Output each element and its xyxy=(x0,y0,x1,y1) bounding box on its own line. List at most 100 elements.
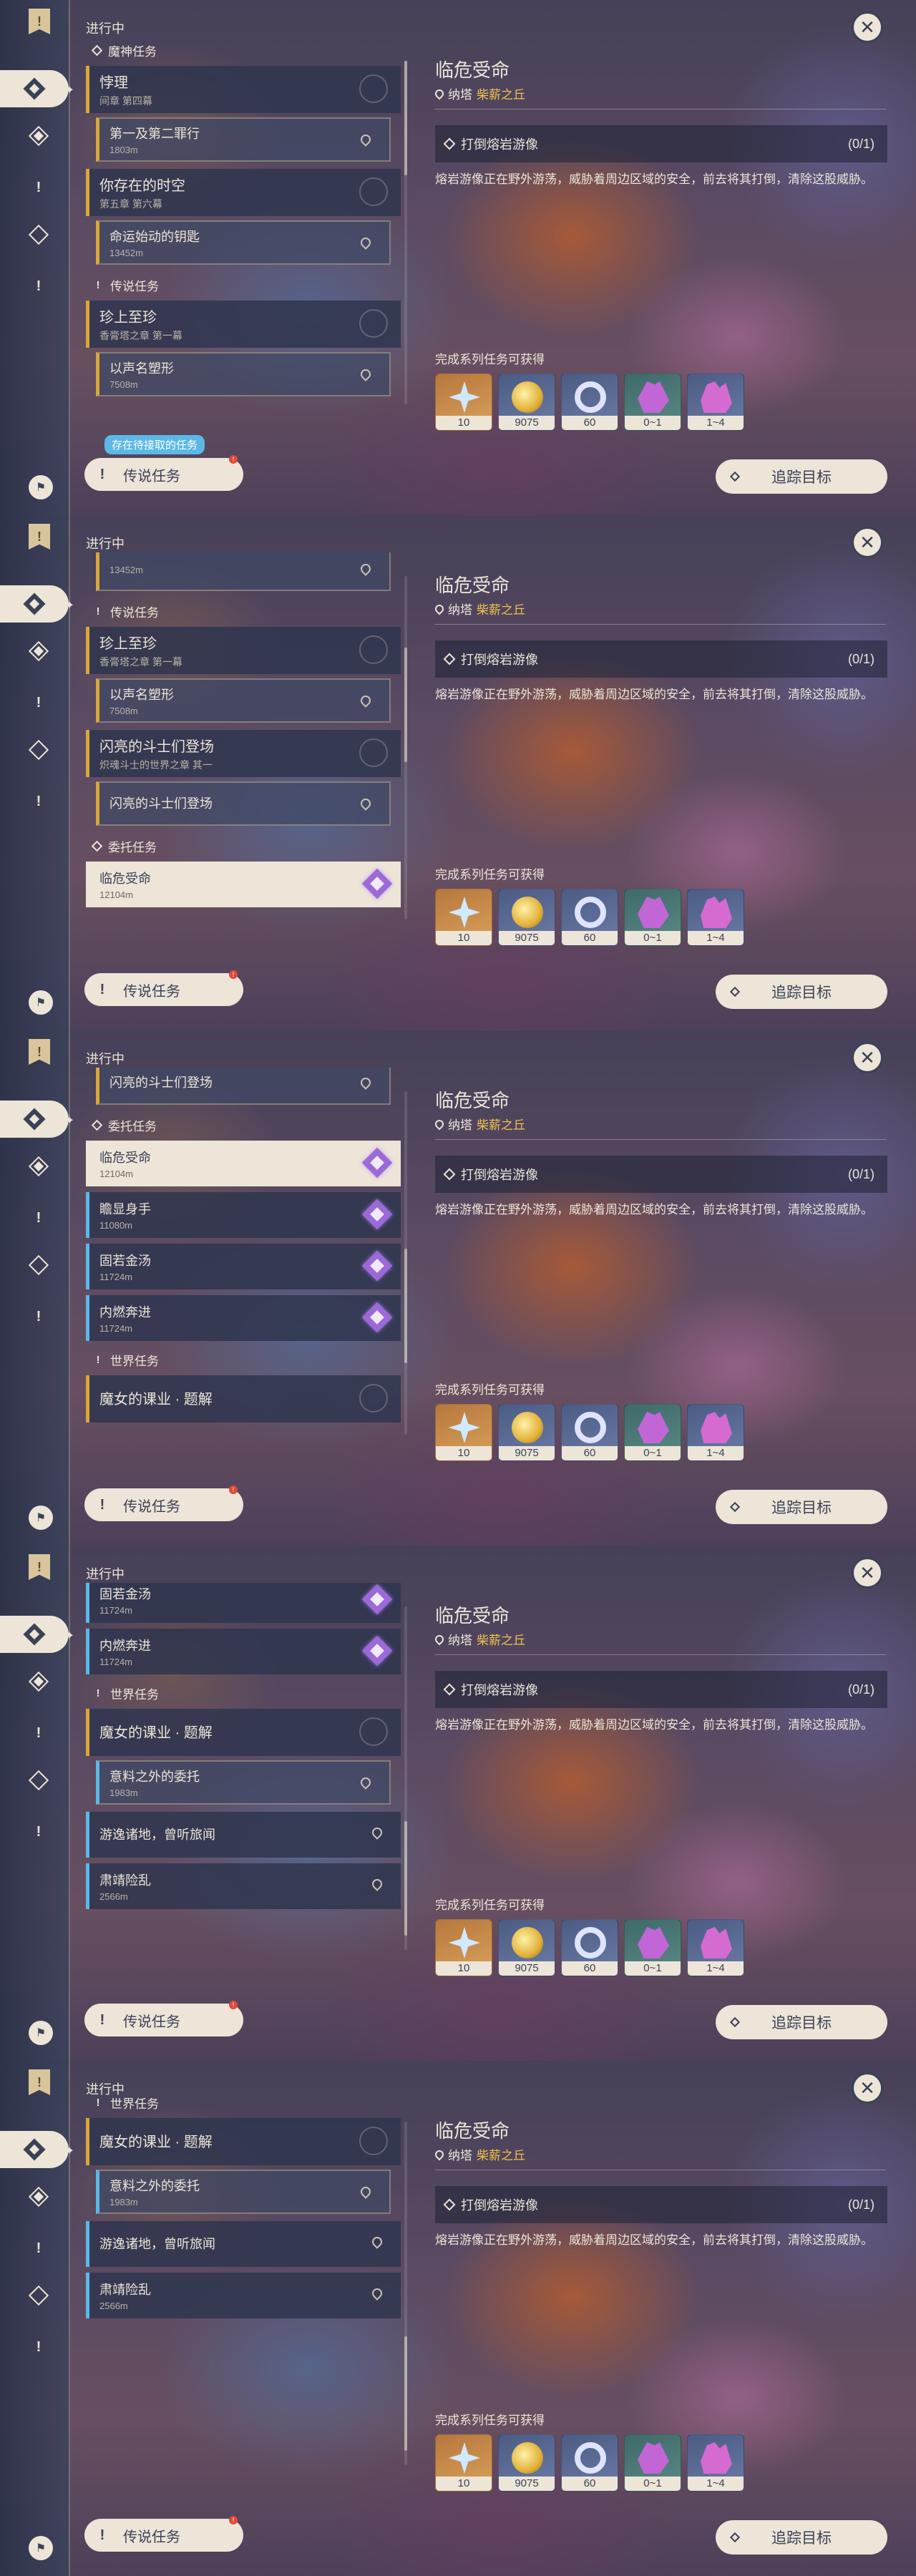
sub-quest-card[interactable]: 以声名塑形 7508m xyxy=(96,352,391,396)
sub-quest-card[interactable]: 命运始动的钥匙 13452m xyxy=(96,220,391,265)
quest-card[interactable]: 魔女的课业 · 题解 xyxy=(86,1375,401,1423)
rail-tab-all-quests[interactable]: ✦ xyxy=(0,70,74,107)
reward-crystal-b[interactable]: 1~4 xyxy=(687,2434,744,2492)
commission-card[interactable]: 临危受命 12104m xyxy=(86,862,401,907)
rail-tab-archon[interactable] xyxy=(28,125,49,147)
rail-tab-legend[interactable]: ! xyxy=(29,177,49,197)
rail-tab-all-quests[interactable]: ✦ xyxy=(0,2131,74,2168)
quest-card[interactable]: 悖理 间章 第四幕 xyxy=(86,66,401,113)
close-button[interactable]: ✕ xyxy=(852,527,883,558)
rail-tab-legend[interactable]: ! xyxy=(29,2238,49,2258)
legend-quests-button[interactable]: ! 传说任务! xyxy=(84,970,243,1006)
rail-tab-legend[interactable]: ! xyxy=(29,1208,49,1228)
close-button[interactable]: ✕ xyxy=(852,2072,883,2104)
sub-quest-card[interactable]: 13452m xyxy=(96,552,391,591)
sub-quest-card[interactable]: 意料之外的委托 1983m xyxy=(96,1760,391,1805)
world-quest-card[interactable]: 肃靖险乱 2566m xyxy=(86,1863,401,1909)
rail-tab-world[interactable]: ! xyxy=(29,2337,49,2357)
close-button[interactable]: ✕ xyxy=(852,11,883,43)
reward-primogem[interactable]: 10 xyxy=(435,889,492,946)
reward-crystal-b[interactable]: 1~4 xyxy=(687,374,744,431)
rail-tab-commission[interactable] xyxy=(28,739,49,761)
reward-crystal-a[interactable]: 0~1 xyxy=(624,374,681,431)
commission-card[interactable]: 固若金汤 11724m xyxy=(86,1244,401,1289)
rail-tab-legend[interactable]: ! xyxy=(29,1723,49,1743)
rail-tab-archon[interactable] xyxy=(28,1671,49,1692)
commission-card[interactable]: 固若金汤 11724m xyxy=(86,1583,401,1623)
list-scrollbar[interactable] xyxy=(404,576,407,919)
scrollbar-thumb[interactable] xyxy=(404,2336,407,2451)
scrollbar-thumb[interactable] xyxy=(404,1249,407,1363)
list-scrollbar[interactable] xyxy=(404,1606,407,1950)
rail-tab-world[interactable]: ! xyxy=(29,276,49,296)
reward-adventure-exp[interactable]: 60 xyxy=(561,889,618,946)
rail-tab-all-quests[interactable]: ✦ xyxy=(0,1101,74,1138)
reward-primogem[interactable]: 10 xyxy=(435,2434,492,2492)
reward-adventure-exp[interactable]: 60 xyxy=(561,374,618,431)
quest-card[interactable]: 珍上至珍 香膏塔之章 第一幕 xyxy=(86,301,401,348)
commission-card[interactable]: 内燃奔进 11724m xyxy=(86,1295,401,1341)
rail-tab-world[interactable]: ! xyxy=(29,1822,49,1842)
world-quest-card[interactable]: 游逸诸地，曾听旅闻 xyxy=(86,1812,401,1858)
reward-primogem[interactable]: 10 xyxy=(435,1404,492,1461)
rail-tab-world[interactable]: ! xyxy=(29,791,49,811)
scrollbar-thumb[interactable] xyxy=(404,1821,407,1936)
sub-quest-card[interactable]: 意料之外的委托 1983m xyxy=(96,2170,391,2214)
rail-tab-all-quests[interactable]: ✦ xyxy=(0,1616,74,1653)
reward-adventure-exp[interactable]: 60 xyxy=(561,2434,618,2492)
rail-tab-archon[interactable] xyxy=(28,640,49,662)
reward-adventure-exp[interactable]: 60 xyxy=(561,1919,618,1976)
reward-crystal-a[interactable]: 0~1 xyxy=(624,2434,681,2492)
rail-tab-commission[interactable] xyxy=(28,224,49,245)
quest-book-icon[interactable]: ⚑ xyxy=(29,2021,53,2045)
list-scrollbar[interactable] xyxy=(404,61,407,404)
legend-quests-button[interactable]: ! 传说任务! xyxy=(84,1485,243,1521)
quest-card[interactable]: 珍上至珍 香膏塔之章 第一幕 xyxy=(86,627,401,674)
scrollbar-thumb[interactable] xyxy=(404,61,407,175)
commission-card[interactable]: 临危受命 12104m xyxy=(86,1141,401,1186)
scrollbar-thumb[interactable] xyxy=(404,648,407,762)
track-objective-button[interactable]: 追踪目标 xyxy=(716,2005,887,2039)
bookmark-icon[interactable]: ! xyxy=(29,1039,50,1065)
list-scrollbar[interactable] xyxy=(404,2122,407,2465)
reward-mora[interactable]: 9075 xyxy=(498,889,555,946)
rail-tab-legend[interactable]: ! xyxy=(29,693,49,713)
list-scrollbar[interactable] xyxy=(404,1091,407,1435)
close-button[interactable]: ✕ xyxy=(852,1557,883,1589)
sub-quest-card[interactable]: 闪亮的斗士们登场 xyxy=(96,781,391,826)
quest-book-icon[interactable]: ⚑ xyxy=(29,1506,53,1530)
rail-tab-all-quests[interactable]: ✦ xyxy=(0,585,74,623)
bookmark-icon[interactable]: ! xyxy=(29,9,50,34)
bookmark-icon[interactable]: ! xyxy=(29,1554,50,1580)
reward-crystal-b[interactable]: 1~4 xyxy=(687,1404,744,1461)
world-quest-card[interactable]: 游逸诸地，曾听旅闻 xyxy=(86,2221,401,2267)
close-button[interactable]: ✕ xyxy=(852,1042,883,1073)
track-objective-button[interactable]: 追踪目标 xyxy=(716,1490,887,1524)
rail-tab-commission[interactable] xyxy=(28,1770,49,1791)
reward-mora[interactable]: 9075 xyxy=(498,374,555,431)
rail-tab-archon[interactable] xyxy=(28,1156,49,1177)
reward-adventure-exp[interactable]: 60 xyxy=(561,1404,618,1461)
quest-card[interactable]: 魔女的课业 · 题解 xyxy=(86,1709,401,1756)
legend-quests-button[interactable]: ! 传说任务! xyxy=(84,2516,243,2552)
legend-quests-button[interactable]: ! 传说任务! xyxy=(84,455,243,491)
track-objective-button[interactable]: 追踪目标 xyxy=(716,459,887,494)
commission-card[interactable]: 瞻显身手 11080m xyxy=(86,1192,401,1238)
sub-quest-card[interactable]: 以声名塑形 7508m xyxy=(96,678,391,723)
quest-book-icon[interactable]: ⚑ xyxy=(29,475,53,499)
track-objective-button[interactable]: 追踪目标 xyxy=(716,975,887,1009)
rail-tab-world[interactable]: ! xyxy=(29,1307,49,1327)
quest-card[interactable]: 你存在的时空 第五章 第六幕 xyxy=(86,169,401,216)
track-objective-button[interactable]: 追踪目标 xyxy=(716,2520,887,2555)
reward-crystal-a[interactable]: 0~1 xyxy=(624,889,681,946)
reward-crystal-a[interactable]: 0~1 xyxy=(624,1404,681,1461)
reward-mora[interactable]: 9075 xyxy=(498,1919,555,1976)
commission-card[interactable]: 内燃奔进 11724m xyxy=(86,1629,401,1674)
rail-tab-commission[interactable] xyxy=(28,2285,49,2306)
legend-quests-button[interactable]: ! 传说任务! xyxy=(84,2001,243,2036)
reward-primogem[interactable]: 10 xyxy=(435,374,492,431)
quest-book-icon[interactable]: ⚑ xyxy=(29,2536,53,2560)
reward-mora[interactable]: 9075 xyxy=(498,2434,555,2492)
quest-card[interactable]: 魔女的课业 · 题解 xyxy=(86,2118,401,2165)
sub-quest-card[interactable]: 第一及第二罪行 1803m xyxy=(96,117,391,162)
